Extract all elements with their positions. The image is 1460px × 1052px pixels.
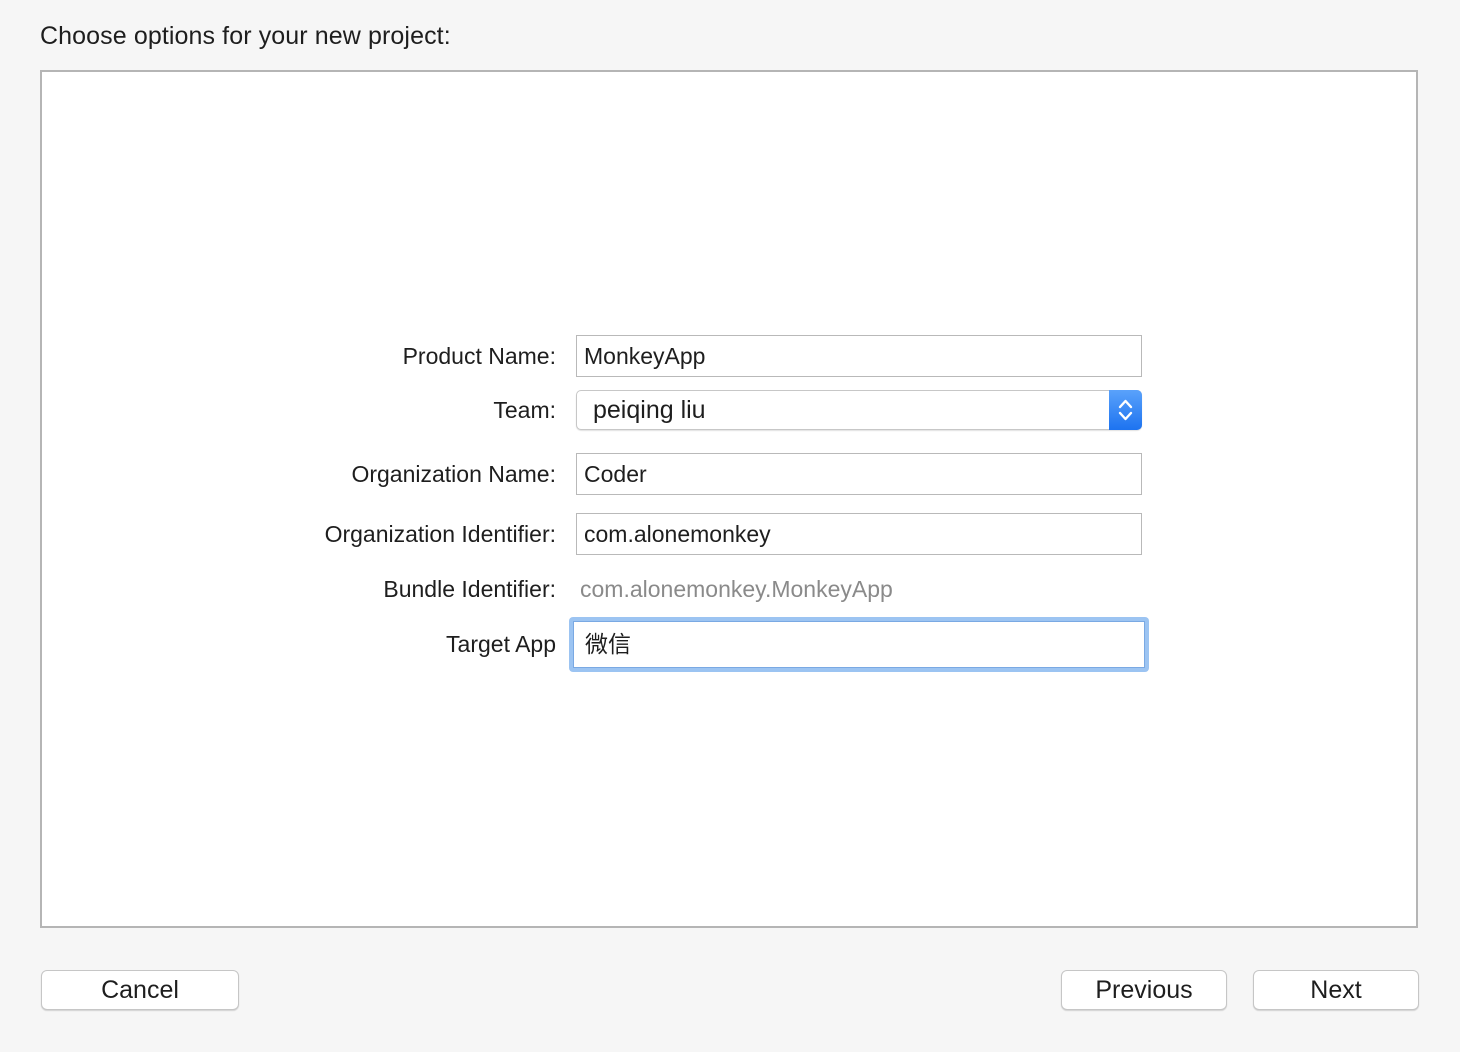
cancel-button[interactable]: Cancel <box>41 970 239 1010</box>
organization-name-field[interactable]: Coder <box>576 453 1142 495</box>
options-panel <box>40 70 1418 928</box>
product-name-label: Product Name: <box>402 343 556 369</box>
bundle-identifier-label: Bundle Identifier: <box>383 576 556 602</box>
organization-identifier-field[interactable]: com.alonemonkey <box>576 513 1142 555</box>
organization-identifier-label: Organization Identifier: <box>324 521 556 547</box>
bundle-identifier-value: com.alonemonkey.MonkeyApp <box>580 576 893 602</box>
product-name-field[interactable]: MonkeyApp <box>576 335 1142 377</box>
previous-button[interactable]: Previous <box>1061 970 1227 1010</box>
target-app-field[interactable]: 微信 <box>573 621 1145 668</box>
page-title: Choose options for your new project: <box>40 22 451 50</box>
team-label: Team: <box>493 397 556 423</box>
team-popup-button[interactable]: peiqing liu <box>576 390 1142 430</box>
chevron-up-down-icon[interactable] <box>1109 390 1142 430</box>
organization-name-label: Organization Name: <box>351 461 556 487</box>
target-app-focus-ring: 微信 <box>569 617 1149 672</box>
team-selected-value: peiqing liu <box>593 396 706 424</box>
next-button[interactable]: Next <box>1253 970 1419 1010</box>
target-app-label: Target App <box>446 631 556 657</box>
